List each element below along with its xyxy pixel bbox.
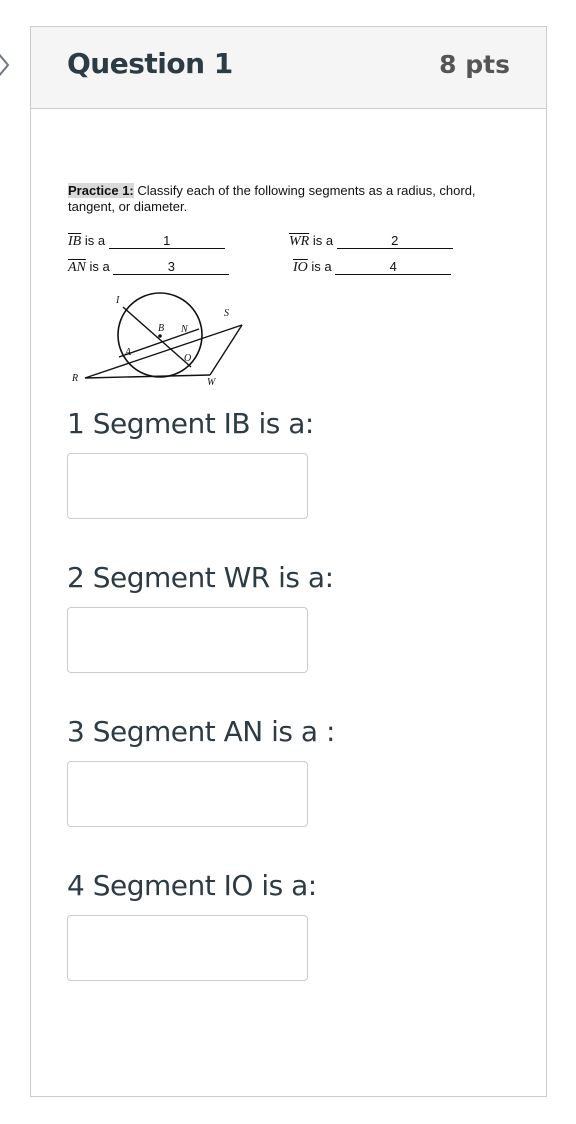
segment-name: WR [289, 234, 310, 249]
question-card: Question 1 8 pts Practice 1: Classify ea… [30, 26, 547, 1097]
segment-name: AN [68, 260, 86, 275]
label-r: R [71, 373, 78, 384]
blank-number: 1 [108, 234, 225, 249]
is-a-text: is a [312, 233, 334, 248]
practice-label: Practice 1: [68, 183, 134, 198]
question-prompt-4: 4 Segment IO is a: [67, 869, 317, 902]
question-header: Question 1 8 pts [31, 27, 546, 109]
answer-input-4[interactable] [67, 915, 308, 981]
label-w: W [207, 377, 217, 388]
is-a-text: is a [89, 259, 110, 274]
circle-diagram: I B N S A O R W [71, 292, 243, 388]
label-b: B [158, 323, 164, 334]
practice-instruction: Practice 1: Classify each of the followi… [68, 183, 518, 215]
label-n: N [180, 324, 189, 335]
question-title: Question 1 [67, 47, 233, 80]
segment-row-ib: IB is a 1 [68, 233, 225, 250]
label-a: A [124, 347, 132, 358]
label-s: S [224, 308, 229, 319]
blank-number: 3 [113, 260, 230, 275]
answer-input-3[interactable] [67, 761, 308, 827]
label-o: O [184, 353, 191, 364]
segment-name: IB [68, 234, 82, 249]
segment-row-wr: WR is a 2 [289, 233, 453, 250]
is-a-text: is a [84, 233, 106, 248]
segment-name: IO [293, 260, 308, 275]
expand-chevron-icon[interactable] [0, 50, 14, 80]
is-a-text: is a [311, 259, 332, 274]
label-i: I [115, 295, 120, 306]
question-points: 8 pts [439, 50, 510, 79]
question-prompt-2: 2 Segment WR is a: [67, 561, 334, 594]
segment-row-an: AN is a 3 [68, 259, 230, 276]
blank-number: 4 [335, 260, 452, 275]
answer-input-2[interactable] [67, 607, 308, 673]
segment-row-io: IO is a 4 [293, 259, 452, 276]
answer-input-1[interactable] [67, 453, 308, 519]
question-prompt-3: 3 Segment AN is a : [67, 715, 335, 748]
question-prompt-1: 1 Segment IB is a: [67, 407, 314, 440]
blank-number: 2 [336, 234, 453, 249]
